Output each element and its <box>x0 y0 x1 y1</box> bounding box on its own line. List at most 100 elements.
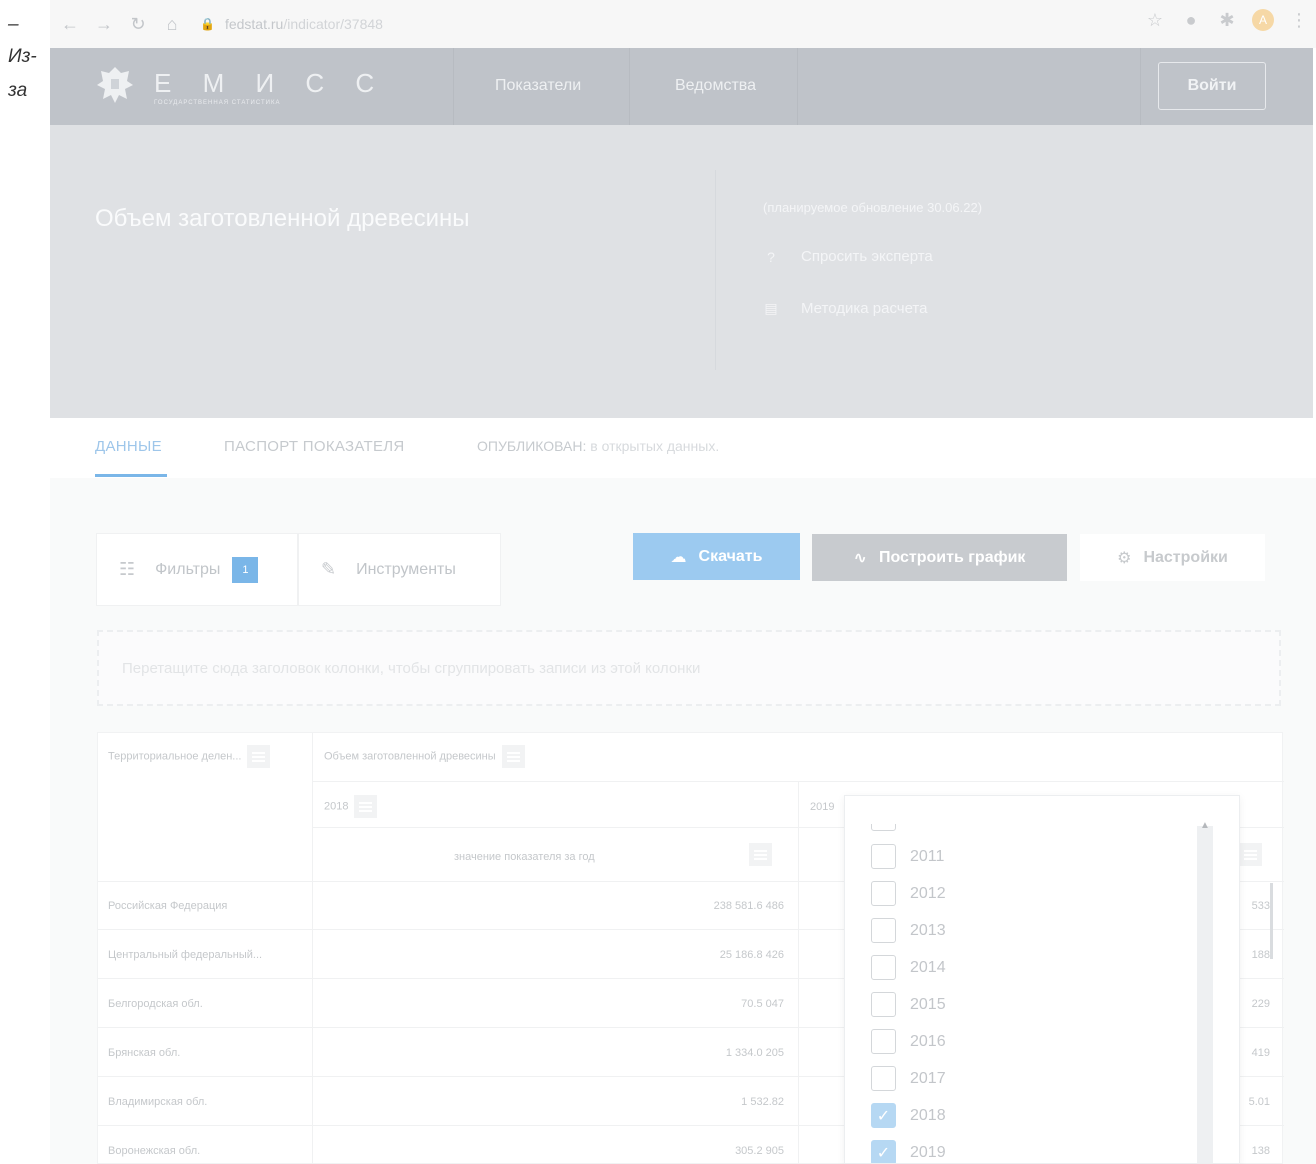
header-year-2018[interactable]: 2018 <box>324 795 378 818</box>
column-menu-icon[interactable] <box>749 843 772 866</box>
star-icon[interactable]: ☆ <box>1144 10 1166 31</box>
row-name: Воронежская обл. <box>108 1145 201 1157</box>
checkbox[interactable] <box>871 1066 896 1091</box>
header-territory-label: Территориальное делен... <box>108 750 242 763</box>
methodology-label: Методика расчета <box>801 300 928 317</box>
published-label: ОПУБЛИКОВАН: <box>477 438 587 454</box>
year-option[interactable]: ✓ 2018 <box>871 1103 946 1128</box>
row-value-2018: 238 581.6 486 <box>713 900 784 912</box>
year-filter-dropdown[interactable]: 2010 2011 2012 2013 2014 2015 2016 2017 … <box>844 795 1240 1164</box>
year-label: 2014 <box>910 958 946 976</box>
checkbox-checked[interactable]: ✓ <box>871 1140 896 1163</box>
puzzle-icon[interactable]: ✱ <box>1216 10 1238 31</box>
year-label: 2015 <box>910 995 946 1013</box>
left-text-fragment: – Из- за <box>0 0 50 1164</box>
column-menu-icon[interactable] <box>501 745 525 768</box>
page-title: Объем заготовленной древесины <box>95 205 470 232</box>
checkbox[interactable] <box>871 1029 896 1054</box>
row-value-2018: 70.5 047 <box>741 998 784 1010</box>
back-icon[interactable]: ← <box>56 10 84 38</box>
checkbox[interactable] <box>871 955 896 980</box>
tools-button[interactable]: ✎ Инструменты <box>299 534 500 605</box>
tools-icon: ✎ <box>321 559 337 579</box>
home-icon[interactable]: ⌂ <box>158 10 186 38</box>
row-value-2018: 305.2 905 <box>735 1145 784 1157</box>
lock-icon: 🔒 <box>200 17 215 31</box>
tab-bar: ДАННЫЕ ПАСПОРТ ПОКАЗАТЕЛЯ ОПУБЛИКОВАН: в… <box>50 418 1316 478</box>
column-menu-icon[interactable] <box>354 795 378 818</box>
year-option[interactable]: 2016 <box>871 1029 946 1054</box>
checkbox[interactable] <box>871 844 896 869</box>
build-chart-button[interactable]: ∿ Построить график <box>812 534 1067 581</box>
tab-passport[interactable]: ПАСПОРТ ПОКАЗАТЕЛЯ <box>224 438 405 455</box>
published-value: в открытых данных. <box>590 438 720 454</box>
column-divider <box>798 781 799 1164</box>
scroll-up-icon[interactable]: ▲ <box>1200 820 1210 831</box>
tools-label: Инструменты <box>356 560 456 578</box>
filter-sliders-icon: ☷ <box>119 559 136 579</box>
forward-icon[interactable]: → <box>90 10 118 38</box>
year-option[interactable]: 2017 <box>871 1066 946 1091</box>
nav-agencies[interactable]: Ведомства <box>675 77 756 95</box>
tab-data[interactable]: ДАННЫЕ <box>95 438 162 455</box>
fragment-line: – <box>8 14 19 35</box>
indicator-hero: Объем заготовленной древесины (планируем… <box>50 125 1313 418</box>
emblem-icon <box>97 67 133 103</box>
row-divider <box>312 781 1284 782</box>
login-button[interactable]: Войти <box>1158 62 1266 110</box>
header-year-2019[interactable]: 2019 <box>810 801 834 813</box>
year-option[interactable]: 2013 <box>871 918 946 943</box>
nav-indicators[interactable]: Показатели <box>495 77 581 95</box>
dropdown-scrollbar[interactable] <box>1197 826 1213 1163</box>
settings-button[interactable]: ⚙ Настройки <box>1080 534 1265 581</box>
divider <box>629 48 630 125</box>
year-label: 2018 <box>910 1106 946 1124</box>
column-menu-icon[interactable] <box>247 745 271 768</box>
year-label: 2016 <box>910 1032 946 1050</box>
year-2019-label: 2019 <box>810 801 835 813</box>
avatar[interactable]: A <box>1252 9 1274 31</box>
row-name: Брянская обл. <box>108 1047 181 1059</box>
row-value-2018: 1 532.82 <box>741 1096 784 1108</box>
year-label: 2011 <box>910 847 945 865</box>
logo-text[interactable]: Е М И С С <box>154 68 386 99</box>
reload-icon[interactable]: ↻ <box>124 10 152 38</box>
divider <box>797 48 798 125</box>
checkbox[interactable] <box>871 992 896 1017</box>
year-option[interactable]: ✓ 2019 <box>871 1140 946 1163</box>
checkbox-checked[interactable]: ✓ <box>871 1103 896 1128</box>
methodology-link[interactable]: ▤ Методика расчета <box>763 300 927 317</box>
group-drop-zone[interactable]: Перетащите сюда заголовок колонки, чтобы… <box>97 630 1281 706</box>
table-scrollbar[interactable] <box>1270 883 1273 959</box>
site-header: Е М И С С ГОСУДАРСТВЕННАЯ СТАТИСТИКА Пок… <box>50 48 1313 125</box>
checkbox[interactable] <box>871 881 896 906</box>
year-option[interactable]: 2011 <box>871 844 944 869</box>
divider <box>1140 48 1141 125</box>
checkbox[interactable] <box>871 918 896 943</box>
header-indicator-label: Объем заготовленной древесины <box>324 750 496 763</box>
cloud-download-icon: ☁ <box>670 548 687 566</box>
year-option[interactable]: 2012 <box>871 881 946 906</box>
ask-expert-link[interactable]: ? Спросить эксперта <box>763 248 933 265</box>
divider <box>715 170 716 370</box>
column-menu-icon[interactable] <box>1239 843 1262 866</box>
year-label: 2013 <box>910 921 946 939</box>
row-name: Владимирская обл. <box>108 1096 208 1108</box>
published-status: ОПУБЛИКОВАН: в открытых данных. <box>477 438 719 454</box>
filters-label: Фильтры <box>155 560 221 578</box>
row-name: Российская Федерация <box>108 900 228 912</box>
extension-shield-icon[interactable]: ● <box>1180 10 1202 31</box>
row-name: Белгородская обл. <box>108 998 203 1010</box>
header-indicator[interactable]: Объем заготовленной древесины <box>324 745 525 768</box>
filters-button[interactable]: ☷ Фильтры 1 <box>97 534 297 605</box>
download-button[interactable]: ☁ Скачать <box>633 533 800 580</box>
row-name: Центральный федеральный... <box>108 949 263 961</box>
year-option[interactable]: 2014 <box>871 955 946 980</box>
year-option[interactable]: 2015 <box>871 992 946 1017</box>
address-bar[interactable]: 🔒 fedstat.ru/indicator/37848 <box>200 9 383 39</box>
build-chart-label: Построить график <box>878 548 1026 566</box>
document-icon: ▤ <box>764 300 778 316</box>
header-territory[interactable]: Территориальное делен... <box>108 745 271 768</box>
menu-icon[interactable]: ⋮ <box>1288 10 1310 31</box>
dropdown-top-mask <box>845 796 1197 824</box>
